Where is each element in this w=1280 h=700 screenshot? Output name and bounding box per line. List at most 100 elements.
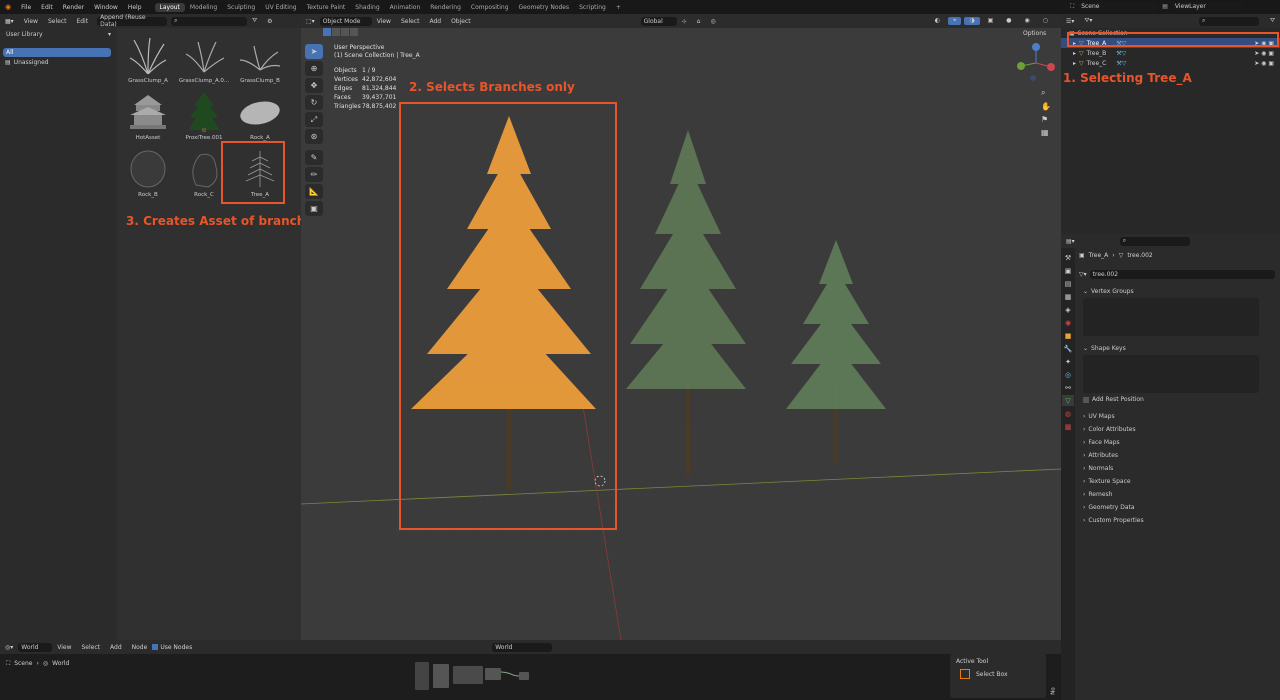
tool-tab-icon[interactable]: ⚒: [1062, 252, 1074, 263]
scene-tab-icon[interactable]: ◈: [1062, 304, 1074, 315]
asset-hotasset[interactable]: HotAsset: [121, 91, 175, 148]
texture-tab-icon[interactable]: ▩: [1062, 421, 1074, 432]
tab-compositing[interactable]: Compositing: [466, 3, 514, 12]
node-menu-add[interactable]: Add: [105, 644, 127, 651]
pan-hand-icon[interactable]: ✋: [1041, 102, 1051, 111]
asset-search-input[interactable]: ⌕: [171, 16, 248, 26]
asset-menu-select[interactable]: Select: [43, 18, 72, 25]
editor-type-icon[interactable]: ◎▾: [0, 644, 18, 651]
editor-type-icon[interactable]: ☰▾: [1061, 18, 1079, 25]
grid-ortho-icon[interactable]: ▦: [1041, 128, 1051, 137]
select-tool-icon[interactable]: ➤: [305, 44, 323, 59]
tree-b-model[interactable]: [626, 130, 746, 476]
shader-type-dropdown[interactable]: World: [18, 642, 53, 652]
panel-remesh[interactable]: › Remesh: [1077, 488, 1277, 501]
filter-icon[interactable]: ⛛: [247, 17, 262, 25]
panel-vertex-groups[interactable]: ⌄ Vertex Groups: [1077, 285, 1277, 298]
tab-modeling[interactable]: Modeling: [185, 3, 222, 12]
node-menu-view[interactable]: View: [52, 644, 76, 651]
view-layer-tab-icon[interactable]: ▦: [1062, 291, 1074, 302]
asset-proxitree-001[interactable]: ProxiTree.001: [177, 91, 231, 148]
sidebar-tab-node[interactable]: No: [1051, 687, 1057, 694]
filter-icon[interactable]: ⛛▾: [1079, 17, 1097, 25]
cursor-tool-icon[interactable]: ⊕: [305, 61, 323, 76]
move-tool-icon[interactable]: ✥: [305, 78, 323, 93]
asset-rock-a[interactable]: Rock_A: [233, 91, 287, 148]
menu-window[interactable]: Window: [89, 4, 123, 11]
panel-shape-keys[interactable]: ⌄ Shape Keys: [1077, 342, 1277, 355]
expand-icon[interactable]: ▸: [1073, 50, 1076, 57]
draw-tool-icon[interactable]: ✏: [305, 167, 323, 182]
menu-file[interactable]: File: [16, 4, 36, 11]
select-box-tool[interactable]: Select Box: [950, 669, 1046, 679]
import-mode-dropdown[interactable]: Append (Reuse Data): [97, 14, 168, 28]
panel-normals[interactable]: › Normals: [1077, 462, 1277, 475]
panel-face-maps[interactable]: › Face Maps: [1077, 436, 1277, 449]
3d-viewport[interactable]: ⬚▾ Object Mode View Select Add Object Gl…: [301, 14, 1061, 640]
world-tab-icon[interactable]: ◉: [1062, 317, 1074, 328]
outliner-item-tree-b[interactable]: ▸ ▽ Tree_B ⚒▽ ➤ ◉ ▣: [1061, 48, 1280, 58]
render-tab-icon[interactable]: ▣: [1062, 265, 1074, 276]
tab-animation[interactable]: Animation: [385, 3, 426, 12]
node-menu-node[interactable]: Node: [127, 644, 153, 651]
expand-icon[interactable]: ▸: [1073, 60, 1076, 67]
scene-selector[interactable]: Scene: [1078, 2, 1159, 11]
data-tab-icon[interactable]: ▽: [1062, 395, 1074, 406]
panel-color-attributes[interactable]: › Color Attributes: [1077, 423, 1277, 436]
category-all[interactable]: All: [3, 48, 111, 57]
tab-texture-paint[interactable]: Texture Paint: [302, 3, 351, 12]
viewlayer-selector[interactable]: ViewLayer: [1171, 2, 1242, 11]
filter-icon[interactable]: ⛛: [1265, 17, 1280, 25]
tab-uv-editing[interactable]: UV Editing: [260, 3, 301, 12]
tab-scripting[interactable]: Scripting: [574, 3, 611, 12]
menu-edit[interactable]: Edit: [36, 4, 58, 11]
menu-render[interactable]: Render: [58, 4, 89, 11]
add-workspace-button[interactable]: +: [611, 3, 626, 12]
options-button[interactable]: Options: [1023, 30, 1046, 37]
gear-icon[interactable]: ⚙: [262, 18, 277, 25]
physics-tab-icon[interactable]: ◎: [1062, 369, 1074, 380]
constraints-tab-icon[interactable]: ⚯: [1062, 382, 1074, 393]
tab-geometry-nodes[interactable]: Geometry Nodes: [514, 3, 575, 12]
asset-grassclump-b[interactable]: GrassClump_B: [233, 34, 287, 91]
add-rest-position-checkbox[interactable]: Add Rest Position: [1077, 393, 1277, 406]
asset-rock-b[interactable]: Rock_B: [121, 148, 175, 205]
editor-type-icon[interactable]: ▤▾: [1061, 238, 1080, 245]
add-cube-tool-icon[interactable]: ▣: [305, 201, 323, 216]
properties-search-input[interactable]: ⌕: [1119, 236, 1190, 246]
blender-logo-icon[interactable]: ◉: [0, 3, 16, 11]
panel-geometry-data[interactable]: › Geometry Data: [1077, 501, 1277, 514]
use-nodes-checkbox[interactable]: Use Nodes: [152, 644, 192, 651]
outliner-item-tree-c[interactable]: ▸ ▽ Tree_C ⚒▽ ➤ ◉ ▣: [1061, 58, 1280, 68]
world-datablock-field[interactable]: World: [492, 642, 553, 652]
vertex-groups-list[interactable]: [1083, 298, 1259, 336]
tab-rendering[interactable]: Rendering: [425, 3, 466, 12]
material-tab-icon[interactable]: ◍: [1062, 408, 1074, 419]
tab-sculpting[interactable]: Sculpting: [222, 3, 260, 12]
particles-tab-icon[interactable]: ✦: [1062, 356, 1074, 367]
panel-uv-maps[interactable]: › UV Maps: [1077, 410, 1277, 423]
asset-menu-view[interactable]: View: [19, 18, 43, 25]
panel-texture-space[interactable]: › Texture Space: [1077, 475, 1277, 488]
transform-tool-icon[interactable]: ⊛: [305, 129, 323, 144]
modifier-tab-icon[interactable]: 🔧: [1062, 343, 1074, 354]
camera-icon[interactable]: ⚑: [1041, 115, 1051, 124]
asset-menu-edit[interactable]: Edit: [71, 18, 93, 25]
navigation-gizmo[interactable]: [1013, 40, 1059, 86]
visibility-icons[interactable]: ➤ ◉ ▣: [1254, 60, 1274, 67]
annotate-tool-icon[interactable]: ✎: [305, 150, 323, 165]
editor-type-icon[interactable]: ▦▾: [0, 18, 19, 25]
scale-tool-icon[interactable]: ⤢: [305, 112, 323, 127]
panel-custom-properties[interactable]: › Custom Properties: [1077, 514, 1277, 527]
tree-c-model[interactable]: [786, 240, 886, 464]
output-tab-icon[interactable]: ▤: [1062, 278, 1074, 289]
object-tab-icon[interactable]: ■: [1062, 330, 1074, 341]
tab-shading[interactable]: Shading: [350, 3, 384, 12]
library-dropdown[interactable]: User Library ▾: [3, 30, 114, 39]
visibility-icons[interactable]: ➤ ◉ ▣: [1254, 50, 1274, 57]
rotate-tool-icon[interactable]: ↻: [305, 95, 323, 110]
node-graph-thumbnail[interactable]: [415, 660, 535, 696]
asset-grassclump-a-001[interactable]: GrassClump_A.0...: [177, 34, 231, 91]
mesh-name-field[interactable]: tree.002: [1089, 270, 1275, 279]
category-unassigned[interactable]: ▤ Unassigned: [5, 59, 49, 66]
